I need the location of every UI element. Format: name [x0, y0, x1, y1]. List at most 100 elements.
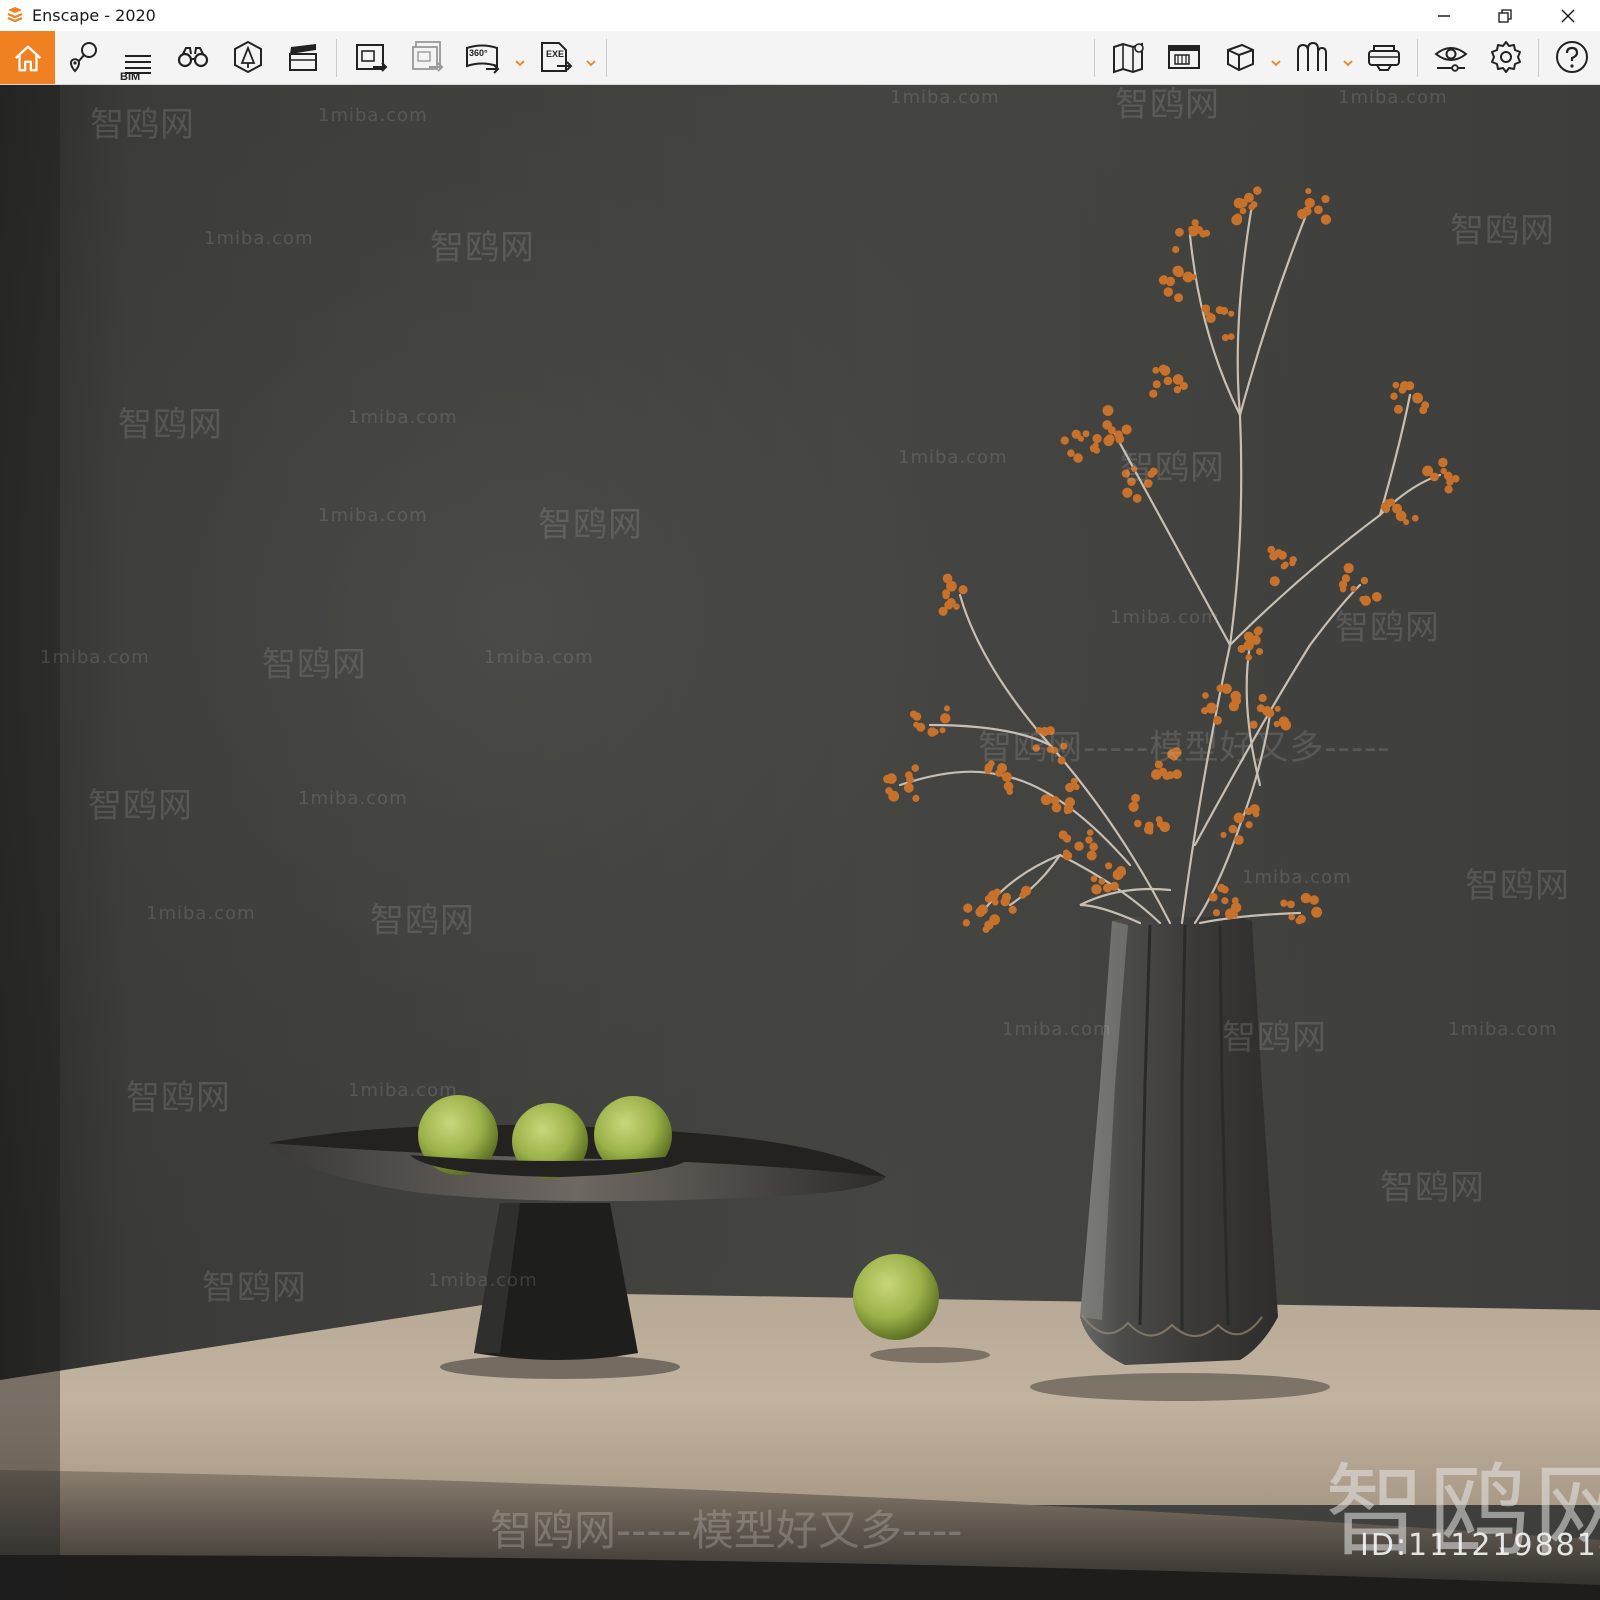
berry: [1320, 214, 1332, 225]
visual-settings-button[interactable]: [1427, 34, 1475, 80]
watermark-brand: 智鸥网: [88, 786, 193, 826]
berry: [1063, 808, 1071, 815]
restore-button[interactable]: [1478, 0, 1532, 31]
berry: [1244, 807, 1253, 816]
berry: [1208, 892, 1218, 902]
berry: [1237, 644, 1246, 653]
watermark-brand: 智鸥网: [90, 105, 195, 145]
berry: [1060, 436, 1069, 445]
main-toolbar: BIM 360° EXE: [0, 31, 1600, 109]
berry: [953, 603, 960, 610]
visual-settings-icon: [1434, 47, 1468, 72]
cube-button[interactable]: [1216, 34, 1264, 80]
berry: [1179, 381, 1188, 391]
presentation-icon: [1168, 45, 1200, 69]
berry: [1085, 836, 1093, 844]
berry: [1245, 821, 1253, 829]
berry: [982, 926, 990, 934]
watermark-brand: 智鸥网: [430, 228, 535, 268]
berry: [1008, 905, 1017, 914]
berry: [995, 769, 1003, 777]
views-button[interactable]: [59, 34, 107, 80]
help-button[interactable]: [1548, 34, 1596, 80]
berry: [886, 773, 897, 784]
render-viewport[interactable]: 智鸥网 1miba.com 1miba.com 智鸥网 1miba.com 1m…: [0, 85, 1600, 1600]
berry: [1174, 293, 1183, 303]
berry: [1422, 465, 1434, 477]
berry: [932, 728, 939, 735]
berry: [1269, 576, 1280, 587]
berry: [1173, 267, 1184, 278]
berry: [1116, 866, 1126, 876]
berry: [1133, 819, 1142, 828]
panorama-360-button[interactable]: 360°: [458, 34, 506, 80]
watermark-site: 1miba.com: [1338, 87, 1448, 108]
atmosphere-button[interactable]: [224, 34, 272, 80]
screenshot-export-button[interactable]: [347, 34, 395, 80]
batch-render-button[interactable]: [403, 34, 451, 80]
watermark-site: 1miba.com: [484, 647, 594, 668]
vr-headset-button[interactable]: [1360, 34, 1408, 80]
title-bar: Enscape - 2020: [0, 0, 1600, 32]
berry: [1074, 841, 1084, 851]
berry: [989, 914, 1001, 926]
berry: [1297, 208, 1308, 220]
settings-button[interactable]: [1482, 34, 1530, 80]
berry: [1287, 900, 1295, 909]
home-button[interactable]: [0, 31, 55, 84]
berry: [1221, 683, 1232, 694]
chevron-down-icon[interactable]: [1342, 53, 1354, 67]
berry: [912, 712, 922, 721]
video-editor-button[interactable]: [279, 34, 327, 80]
map-icon: [1113, 42, 1144, 74]
close-button[interactable]: [1541, 0, 1595, 31]
berry: [1256, 648, 1264, 656]
watermark-site: 1miba.com: [204, 228, 314, 249]
berry: [1220, 831, 1227, 838]
chevron-down-icon[interactable]: [585, 53, 597, 67]
berry: [1217, 883, 1226, 893]
enscape-logo-icon: [6, 6, 24, 24]
rendered-still-life: [0, 85, 1600, 1600]
binoculars-button[interactable]: [169, 34, 217, 80]
atmosphere-icon: [234, 40, 262, 74]
berry: [938, 606, 948, 616]
watermark-site: 1miba.com: [898, 447, 1008, 468]
binoculars-icon: [177, 47, 209, 68]
berry: [1254, 626, 1263, 635]
berry: [1269, 551, 1278, 561]
presentation-button[interactable]: [1160, 34, 1208, 80]
watermark-site: 1miba.com: [1448, 1019, 1558, 1040]
berry: [1252, 810, 1260, 818]
views-icon: [69, 42, 97, 73]
watermark-site: 1miba.com: [1002, 1019, 1112, 1040]
berry: [1103, 435, 1114, 447]
berry: [1149, 389, 1158, 398]
asset-library-button[interactable]: [1288, 34, 1336, 80]
berry: [1131, 793, 1140, 803]
berry: [1003, 775, 1010, 782]
berry: [1152, 380, 1161, 389]
minimize-button[interactable]: [1417, 0, 1471, 31]
berry: [1114, 430, 1123, 439]
exe-export-button[interactable]: EXE: [531, 34, 579, 80]
berry: [1343, 562, 1354, 574]
watermark-site: 1miba.com: [1242, 867, 1352, 888]
berry: [1220, 306, 1229, 315]
berry: [1231, 897, 1239, 905]
video-editor-icon: [289, 44, 317, 71]
berry: [1151, 769, 1162, 780]
map-button[interactable]: [1105, 34, 1153, 80]
berry: [911, 764, 920, 772]
berry: [1411, 514, 1419, 522]
chevron-down-icon[interactable]: [514, 53, 526, 67]
berry: [1341, 574, 1351, 583]
chevron-down-icon[interactable]: [1270, 53, 1282, 67]
berry: [1163, 287, 1173, 297]
berry: [942, 592, 950, 600]
watermark-site: 1miba.com: [318, 505, 428, 526]
berry: [940, 713, 951, 724]
berry: [1444, 485, 1453, 494]
berry: [1143, 824, 1154, 835]
berry: [1393, 404, 1403, 414]
